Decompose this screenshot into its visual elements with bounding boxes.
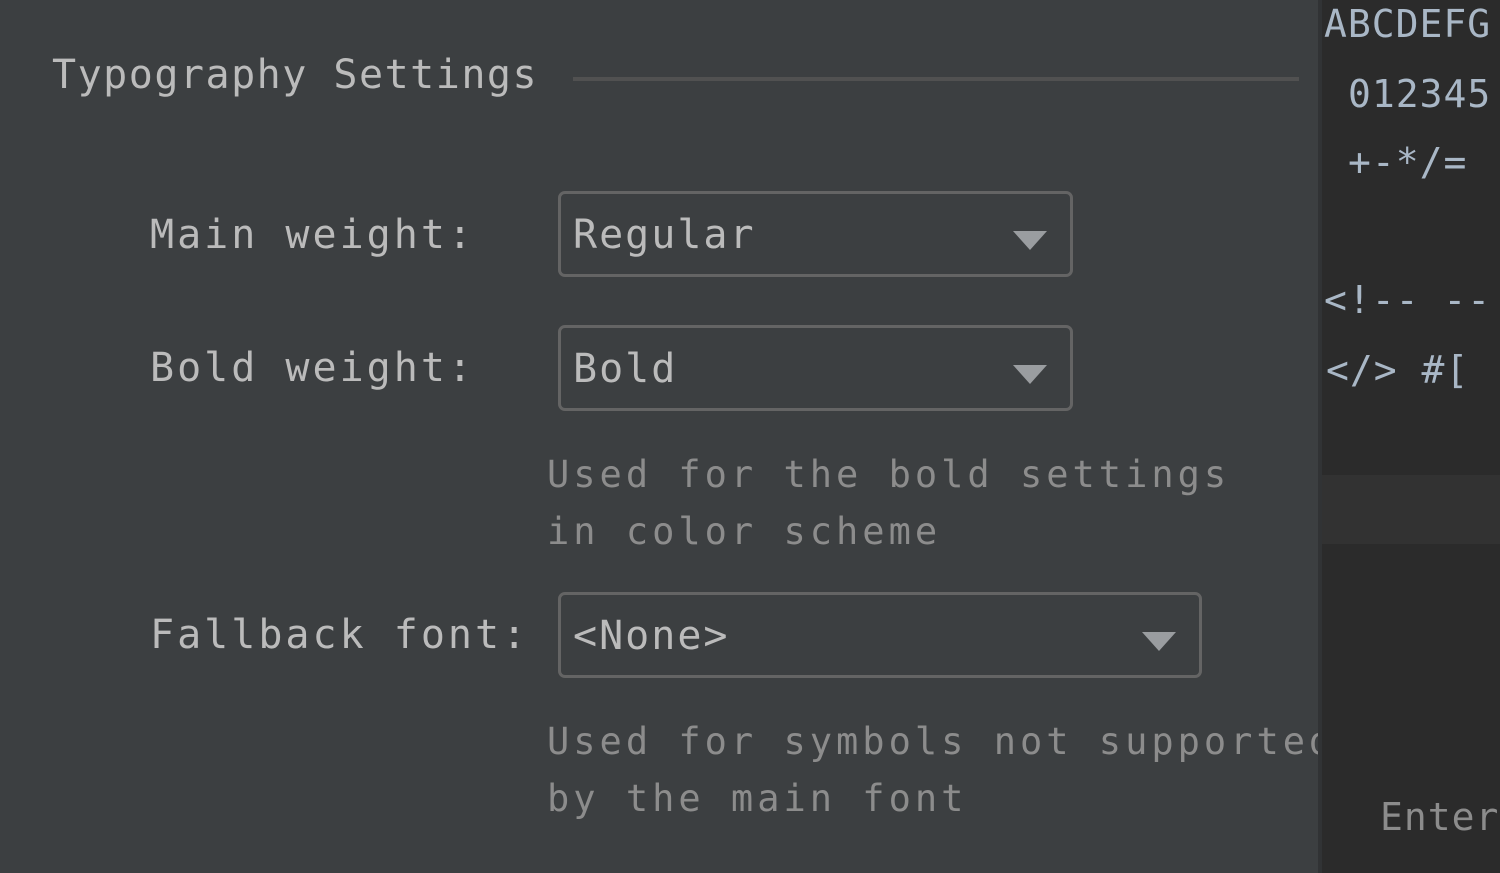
preview-line: ABCDEFG [1324, 2, 1492, 46]
main-weight-value: Regular [573, 212, 756, 258]
bold-weight-hint-line2: in color scheme [547, 510, 942, 553]
bold-weight-dropdown[interactable]: Bold [558, 325, 1073, 411]
preview-line: </> #[ [1326, 348, 1470, 392]
fallback-font-hint-line2: by the main font [547, 777, 968, 820]
chevron-down-icon [1142, 632, 1176, 651]
preview-line: <!-- -- [1324, 278, 1492, 322]
fallback-font-hint: Used for symbols not supported by the ma… [547, 713, 1335, 827]
bold-weight-label: Bold weight: [150, 345, 475, 391]
preview-line: 012345 [1348, 72, 1492, 116]
fallback-font-label: Fallback font: [150, 612, 530, 658]
section-divider [573, 77, 1299, 81]
main-weight-dropdown[interactable]: Regular [558, 191, 1073, 277]
preview-line: +-*/= [1348, 140, 1468, 184]
preview-enter-text: Enter [1380, 795, 1500, 839]
bold-weight-hint: Used for the bold settings in color sche… [547, 446, 1230, 560]
section-title: Typography Settings [52, 52, 539, 98]
chevron-down-icon [1013, 365, 1047, 384]
chevron-down-icon [1013, 231, 1047, 250]
fallback-font-dropdown[interactable]: <None> [558, 592, 1202, 678]
fallback-font-value: <None> [573, 613, 730, 659]
preview-highlight-band [1322, 475, 1500, 544]
typography-settings-panel: Typography Settings Main weight: Regular… [0, 0, 1331, 873]
font-preview-panel[interactable]: ABCDEFG 012345 +-*/= <!-- -- </> #[ Ente… [1322, 0, 1500, 873]
fallback-font-hint-line1: Used for symbols not supported [547, 720, 1336, 763]
bold-weight-value: Bold [573, 346, 678, 392]
bold-weight-hint-line1: Used for the bold settings [547, 453, 1231, 496]
main-weight-label: Main weight: [150, 212, 475, 258]
